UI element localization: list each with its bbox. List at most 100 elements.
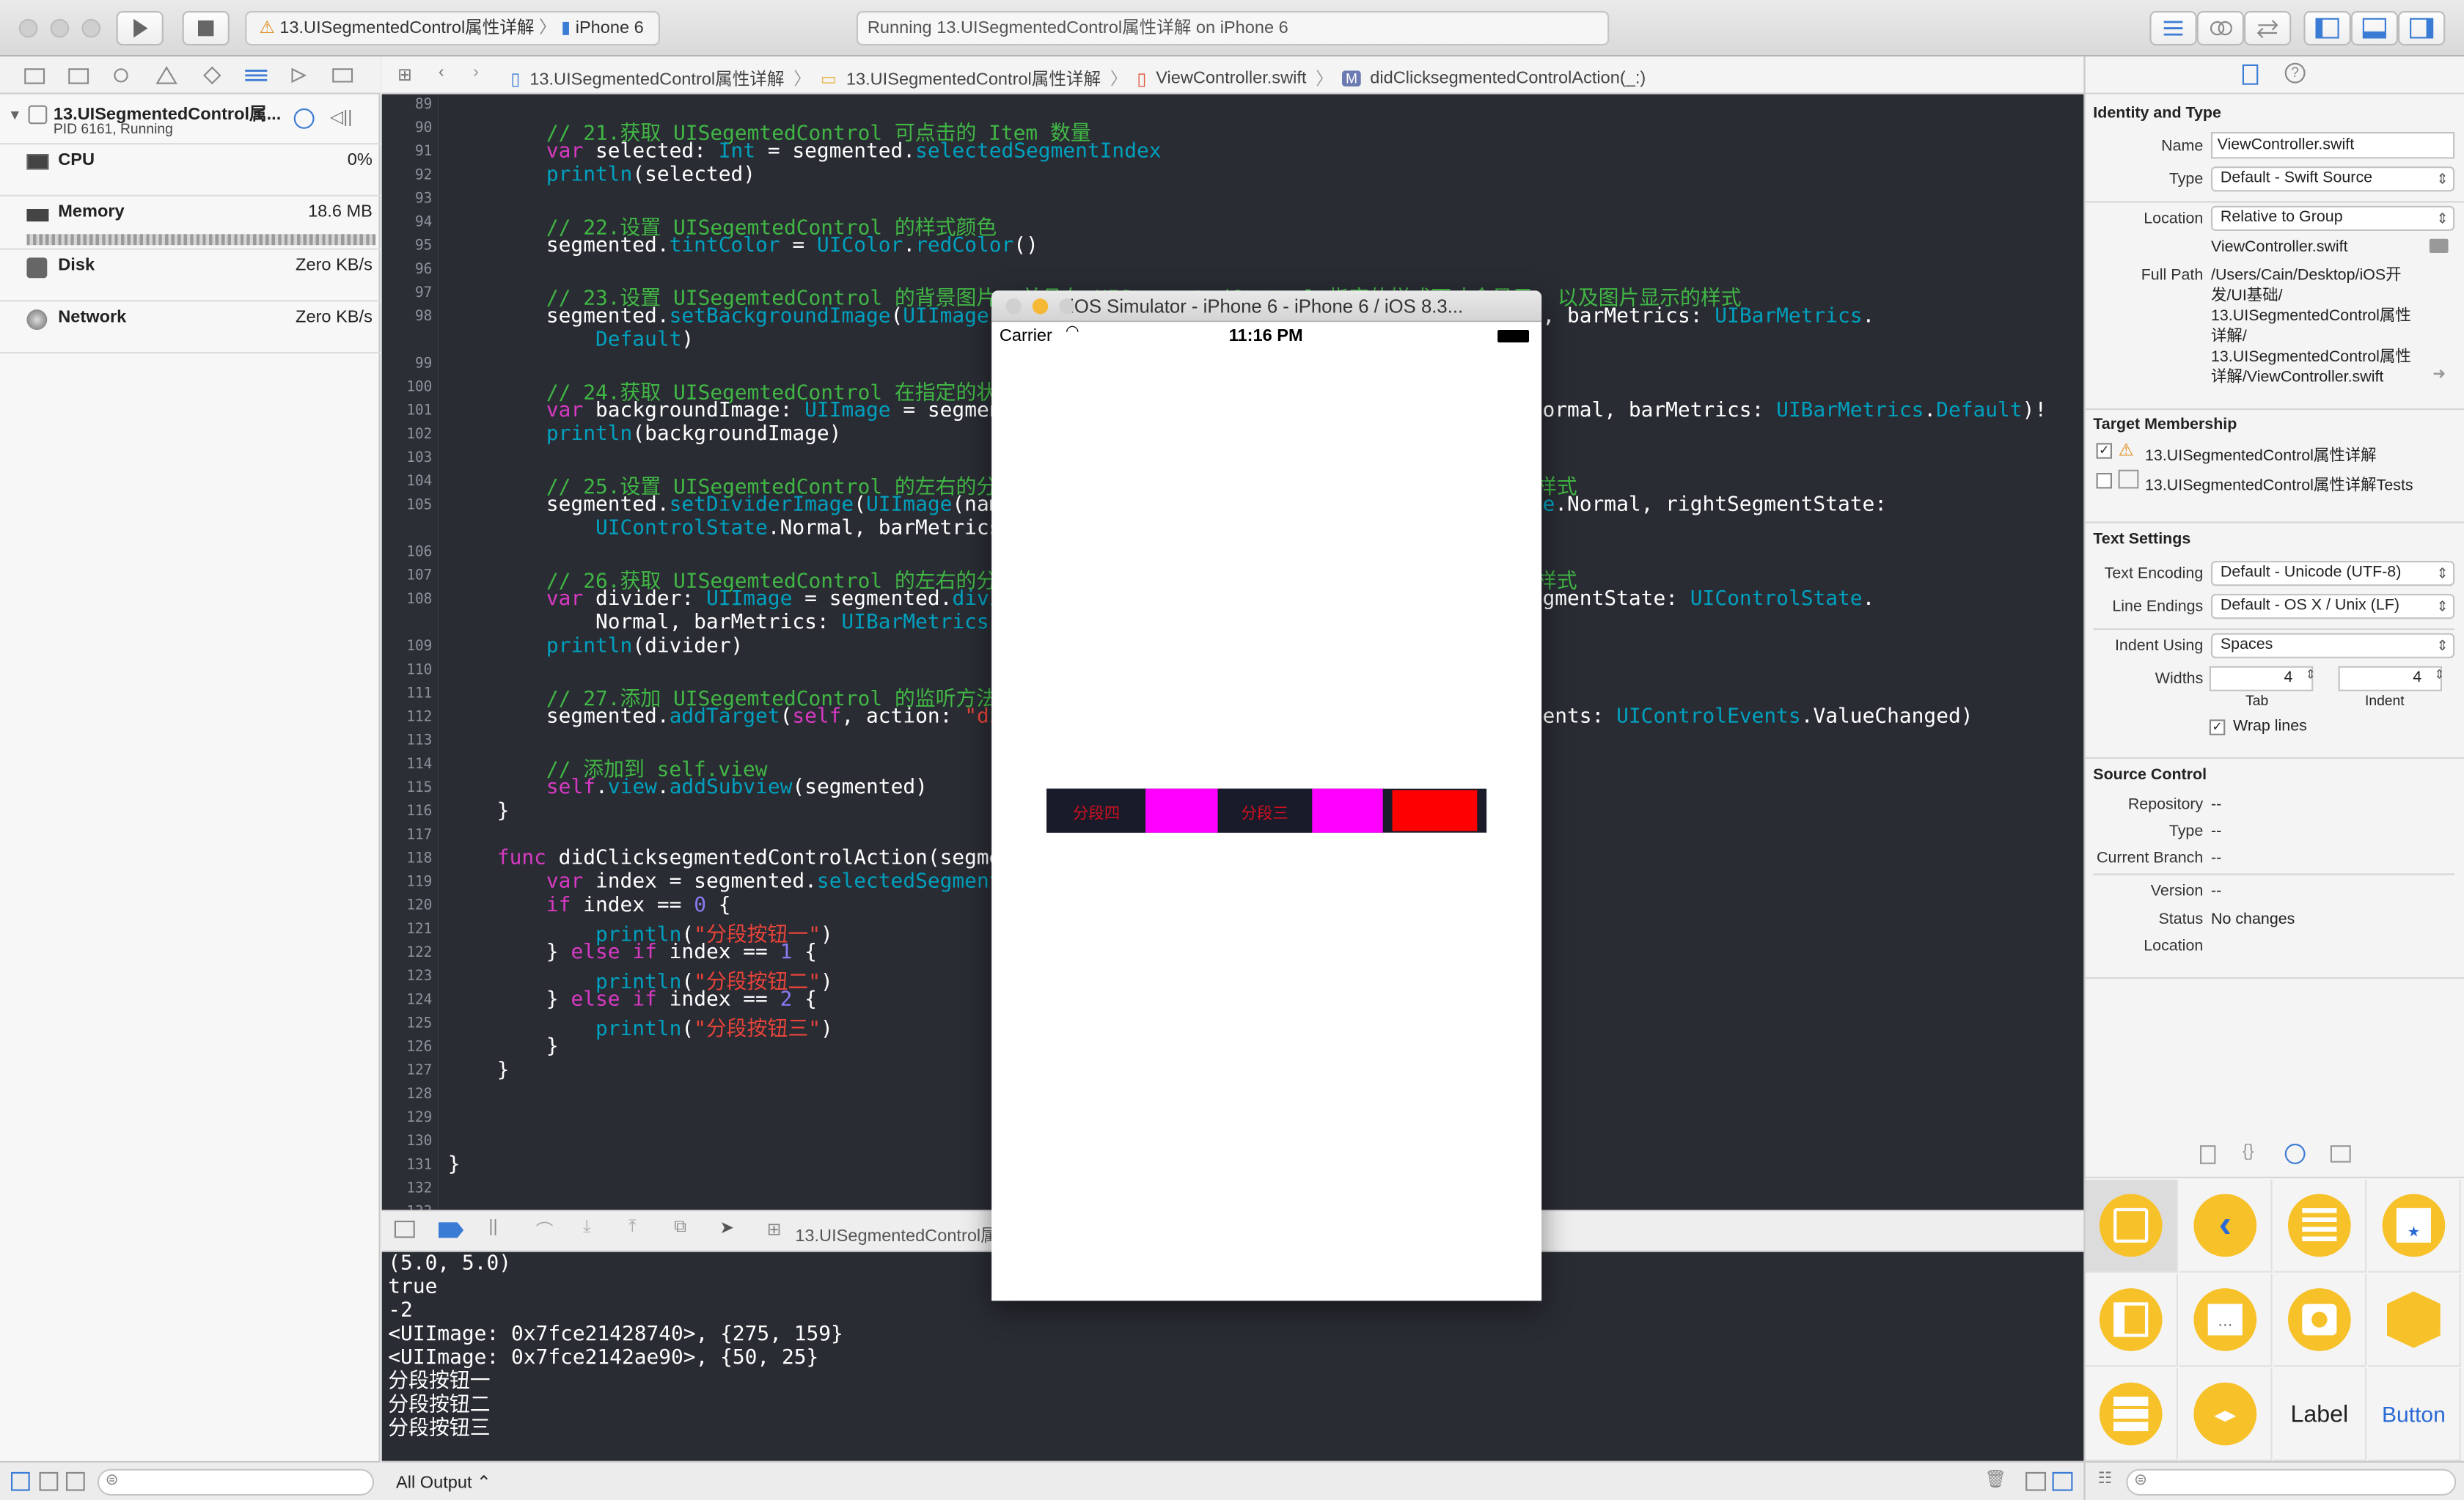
related-items-icon[interactable]: ⊞ xyxy=(397,65,412,85)
segment-1[interactable]: 分段四 xyxy=(1046,788,1146,833)
network-gauge-row[interactable]: Network Zero KB/s xyxy=(0,304,381,354)
process-row[interactable]: ▼ 13.UISegmentedControl属... PID 6161, Ru… xyxy=(0,95,381,145)
segment-3[interactable]: 分段三 xyxy=(1218,788,1312,833)
show-threads-icon[interactable] xyxy=(39,1471,59,1491)
reveal-in-finder-icon[interactable]: ➜ xyxy=(2432,366,2446,383)
quick-help-icon[interactable]: ? xyxy=(2284,62,2306,84)
disk-gauge-row[interactable]: Disk Zero KB/s xyxy=(0,251,381,302)
library-button[interactable]: Button xyxy=(2368,1368,2461,1461)
segmented-control[interactable]: 分段四 分段三 xyxy=(1046,788,1487,833)
pause-icon[interactable]: || xyxy=(488,1218,497,1237)
toggle-navigator-button[interactable] xyxy=(2303,11,2351,46)
segment-5[interactable] xyxy=(1393,790,1478,831)
library-table-view-controller[interactable] xyxy=(2273,1180,2367,1273)
list-view-icon[interactable]: ☷ xyxy=(2098,1471,2112,1488)
encoding-popup[interactable]: Default - Unicode (UTF-8) xyxy=(2211,561,2455,587)
code-token: . xyxy=(1862,587,1875,611)
library-object[interactable] xyxy=(2368,1273,2461,1367)
variables-view-icon[interactable] xyxy=(2025,1471,2046,1491)
library-collection-view[interactable] xyxy=(2085,1368,2178,1461)
run-button[interactable] xyxy=(116,11,164,46)
folder-icon[interactable] xyxy=(2429,238,2449,253)
stop-button[interactable] xyxy=(182,11,230,46)
jumpbar-file[interactable]: ViewController.swift xyxy=(1156,69,1306,88)
library-av-player[interactable]: ◂▸ xyxy=(2179,1368,2273,1461)
line-number: 124 xyxy=(406,993,433,1009)
code-snippet-icon[interactable]: {} xyxy=(2243,1142,2254,1161)
file-name-field[interactable]: ViewController.swift xyxy=(2211,132,2455,159)
full-path-line: 13.UISegmentedControl属性 xyxy=(2211,348,2411,367)
console-view-icon[interactable] xyxy=(2052,1471,2073,1491)
object-library-icon[interactable] xyxy=(2284,1144,2306,1164)
step-out-icon[interactable]: ⤒ xyxy=(628,1218,636,1238)
close-window-button[interactable] xyxy=(18,18,38,38)
view-debugger-icon[interactable]: ⧉ xyxy=(674,1218,686,1238)
tab-stepper-icon[interactable]: ⇕ xyxy=(2306,668,2316,682)
simulate-location-icon[interactable]: ➤ xyxy=(719,1218,734,1238)
code-line: } xyxy=(448,1153,461,1177)
library-page-view[interactable]: … xyxy=(2179,1273,2273,1367)
code-token: UIControlState xyxy=(1690,587,1863,611)
toggle-debug-area-button[interactable] xyxy=(2350,11,2398,46)
back-arrow-icon[interactable]: ‹ xyxy=(439,63,444,82)
code-token: "分段按钮三" xyxy=(694,1018,821,1042)
gauge-icon[interactable] xyxy=(293,108,315,129)
library-navigation-controller[interactable]: ‹ xyxy=(2179,1180,2273,1273)
memory-gauge-row[interactable]: Memory 18.6 MB xyxy=(0,198,381,250)
version-editor-button[interactable] xyxy=(2244,11,2292,46)
cpu-gauge-row[interactable]: CPU 0% xyxy=(0,146,381,196)
library-glkit-view[interactable] xyxy=(2273,1273,2367,1367)
zoom-window-button[interactable] xyxy=(81,18,101,38)
navigator-filter-field[interactable]: ⊜ xyxy=(97,1468,374,1496)
media-library-icon[interactable] xyxy=(2330,1145,2351,1163)
activity-viewer: Running 13.UISegmentedControl属性详解 on iPh… xyxy=(856,11,1610,46)
pause-continue-icon[interactable]: ◁|| xyxy=(330,107,352,128)
show-process-icon[interactable] xyxy=(11,1471,30,1491)
simulator-zoom-button[interactable] xyxy=(1059,298,1075,315)
tab-width-field[interactable]: 4 xyxy=(2209,666,2314,691)
breakpoints-toggle-icon[interactable] xyxy=(438,1222,464,1238)
jumpbar-project[interactable]: 13.UISegmentedControl属性详解 xyxy=(529,66,784,91)
indent-using-popup[interactable]: Spaces xyxy=(2211,633,2455,658)
code-token: () xyxy=(1013,234,1038,258)
code-token: redColor xyxy=(915,234,1014,258)
line-endings-popup[interactable]: Default - OS X / Unix (LF) xyxy=(2211,594,2455,620)
trash-icon[interactable]: 🗑 xyxy=(1984,1469,2006,1490)
simulator-minimize-button[interactable] xyxy=(1032,298,1049,315)
file-type-popup[interactable]: Default - Swift Source xyxy=(2211,166,2455,192)
library-filter-field[interactable]: ⊜ xyxy=(2126,1468,2457,1496)
indent-stepper-icon[interactable]: ⇕ xyxy=(2434,668,2444,682)
assistant-editor-button[interactable] xyxy=(2196,11,2244,46)
library-split-view[interactable] xyxy=(2085,1273,2178,1367)
code-token: UIBarMetrics xyxy=(841,611,989,635)
wrap-lines-checkbox[interactable]: ✓ xyxy=(2209,719,2226,735)
target-checkbox-app[interactable]: ✓ xyxy=(2096,443,2112,459)
forward-arrow-icon[interactable]: › xyxy=(473,63,479,82)
show-queues-icon[interactable] xyxy=(66,1471,85,1491)
code-token: . xyxy=(903,234,916,258)
standard-editor-button[interactable] xyxy=(2149,11,2197,46)
file-template-icon[interactable] xyxy=(2200,1145,2216,1164)
library-label[interactable]: Label xyxy=(2273,1368,2367,1461)
disclosure-triangle-icon[interactable]: ▼ xyxy=(8,107,22,122)
jumpbar-symbol[interactable]: didClicksegmentedControlAction(_:) xyxy=(1370,69,1646,88)
segment-2[interactable] xyxy=(1145,788,1219,833)
step-into-icon[interactable]: ⤓ xyxy=(583,1218,590,1238)
target-checkbox-tests[interactable] xyxy=(2096,473,2112,489)
simulator-close-button[interactable] xyxy=(1005,298,1022,315)
code-token: backgroundImage: xyxy=(583,399,805,423)
segment-4[interactable] xyxy=(1311,788,1384,833)
jumpbar-group[interactable]: 13.UISegmentedControl属性详解 xyxy=(846,66,1101,91)
library-collection-view-controller[interactable]: ★ xyxy=(2368,1180,2461,1273)
scheme-selector[interactable]: ⚠ 13.UISegmentedControl属性详解 〉 ▮ iPhone 6 xyxy=(245,11,660,46)
file-inspector-icon[interactable] xyxy=(2242,64,2259,85)
step-over-icon[interactable]: ⌒ xyxy=(536,1218,554,1243)
location-popup[interactable]: Relative to Group xyxy=(2211,205,2455,231)
debug-breadcrumb[interactable]: 13.UISegmentedControl属 xyxy=(795,1222,997,1247)
toggle-utilities-button[interactable] xyxy=(2398,11,2446,46)
library-view-controller[interactable] xyxy=(2085,1180,2178,1273)
indent-width-field[interactable]: 4 xyxy=(2338,666,2442,691)
minimize-window-button[interactable] xyxy=(50,18,70,38)
output-filter-popup[interactable]: All Output ⌃ xyxy=(396,1472,491,1493)
hide-debug-area-icon[interactable] xyxy=(394,1221,415,1238)
